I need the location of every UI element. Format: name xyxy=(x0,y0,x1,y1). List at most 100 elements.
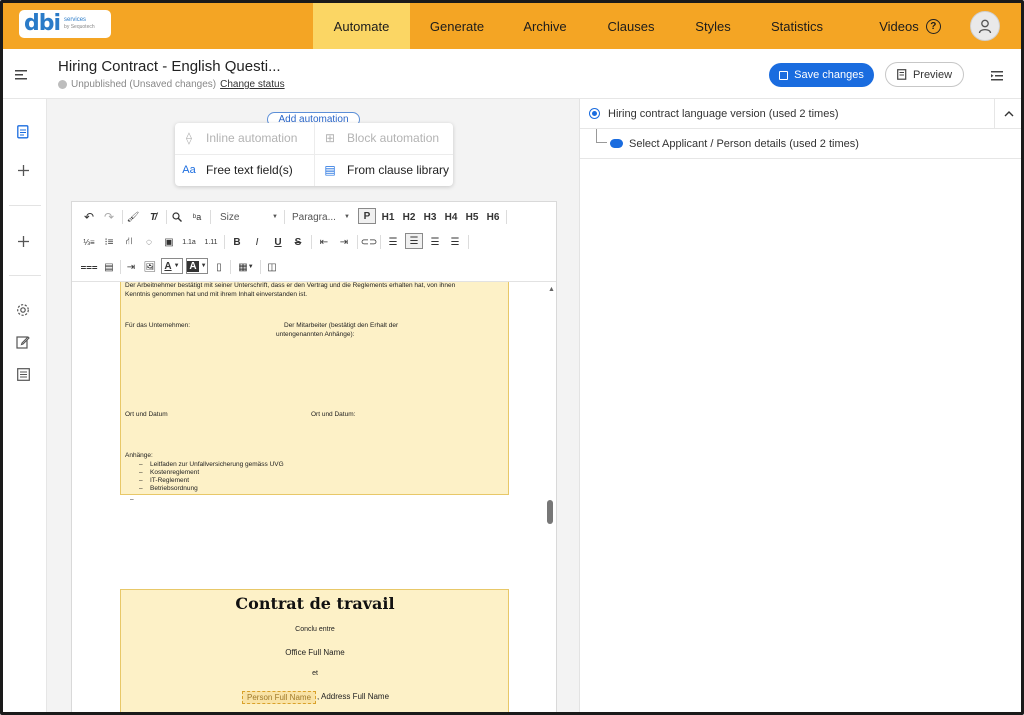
contract-title: Contrat de travail xyxy=(235,594,395,613)
clause-library-label: From clause library xyxy=(347,163,450,177)
align-center-icon[interactable]: ☰ xyxy=(405,233,423,249)
settings-icon[interactable] xyxy=(14,301,32,319)
undo-icon[interactable]: ↶ xyxy=(82,209,96,225)
document-canvas[interactable]: ▲ Der Arbeitnehmer bestätigt mit seiner … xyxy=(72,282,556,712)
confirmation-line-1: Der Arbeitnehmer bestätigt mit seiner Un… xyxy=(125,282,456,289)
numbered-list-icon[interactable]: ⅓≡ xyxy=(82,234,96,250)
empty-line-dash: – xyxy=(130,496,134,503)
tab-generate[interactable]: Generate xyxy=(415,3,499,49)
inline-automation-option[interactable]: ⟠ Inline automation xyxy=(182,131,297,145)
h1-button[interactable]: H1 xyxy=(379,209,397,225)
underline-button[interactable]: U xyxy=(271,234,285,250)
clear-format-icon[interactable]: T̸ xyxy=(146,209,160,225)
clause-library-option[interactable]: ▤ From clause library xyxy=(323,163,449,177)
numbering-a-icon[interactable]: 1.1a xyxy=(180,234,198,250)
top-navigation: dbi services by Sequotech Automate Gener… xyxy=(3,3,1021,49)
tab-automate[interactable]: Automate xyxy=(313,3,410,49)
save-changes-button[interactable]: Save changes xyxy=(769,63,874,87)
rail-divider xyxy=(9,205,41,206)
preview-button[interactable]: Preview xyxy=(885,62,964,87)
text-field-icon: Aa xyxy=(182,164,196,176)
chevron-down-icon: ▼ xyxy=(200,263,207,269)
paragraph-style-select[interactable]: Paragra... ▼ xyxy=(292,209,354,225)
chevron-down-icon: ▼ xyxy=(247,264,254,270)
chevron-down-icon: ▼ xyxy=(272,214,278,220)
radio-selected-icon[interactable] xyxy=(589,108,600,119)
concluded-between: Conclu entre xyxy=(295,626,335,633)
automation-item-applicant[interactable]: Select Applicant / Person details (used … xyxy=(580,129,1021,159)
link-icon[interactable]: ⊂⊃ xyxy=(361,234,378,250)
scrollbar-thumb[interactable] xyxy=(547,500,553,524)
align-right-icon[interactable]: ☰ xyxy=(428,234,442,250)
horizontal-rule-icon[interactable]: ⩶ xyxy=(80,259,97,275)
automation-item-language[interactable]: Hiring contract language version (used 2… xyxy=(580,99,1021,129)
toolbar-divider xyxy=(120,260,121,274)
block-automation-option[interactable]: ⊞ Block automation xyxy=(323,131,439,145)
help-icon: ? xyxy=(925,18,941,34)
collapse-button[interactable] xyxy=(994,99,1021,129)
format-painter-icon[interactable]: 🖌 xyxy=(126,209,140,225)
insert-text-icon[interactable]: ⇥ xyxy=(124,259,138,275)
align-justify-icon[interactable]: ☰ xyxy=(448,234,462,250)
search-icon[interactable] xyxy=(170,209,184,225)
library-icon: ▤ xyxy=(324,163,336,177)
align-left-icon[interactable]: ☰ xyxy=(386,234,400,250)
toolbar-divider xyxy=(224,235,225,249)
comment-icon[interactable]: ◌ xyxy=(142,234,156,250)
add-icon[interactable] xyxy=(14,161,32,179)
indent-decrease-icon[interactable]: ⇤ xyxy=(317,234,331,250)
table-icon[interactable]: ▦ ▼ xyxy=(235,259,257,275)
user-avatar[interactable] xyxy=(970,11,1000,41)
bullet-list-icon[interactable]: ⁝≡ xyxy=(102,234,116,250)
scroll-up-icon[interactable]: ▲ xyxy=(548,286,555,293)
conditional-block-french[interactable]: Contrat de travail Conclu entre Office F… xyxy=(120,589,509,712)
conditional-block-german[interactable]: Der Arbeitnehmer bestätigt mit seiner Un… xyxy=(120,282,509,495)
person-full-name-variable[interactable]: Person Full Name xyxy=(242,691,317,704)
replace-icon[interactable]: ᵇa xyxy=(190,209,204,225)
clip-icon[interactable]: ▯ xyxy=(212,259,226,275)
dbi-logo[interactable]: dbi services by Sequotech xyxy=(19,10,111,38)
h3-button[interactable]: H3 xyxy=(421,209,439,225)
indent-increase-icon[interactable]: ⇥ xyxy=(337,234,351,250)
list-icon[interactable] xyxy=(14,365,32,383)
paragraph-button[interactable]: P xyxy=(358,208,376,224)
fullscreen-icon[interactable]: ◫ xyxy=(265,259,279,275)
image-icon[interactable]: 🖼 xyxy=(143,259,157,275)
status-text: Unpublished (Unsaved changes) xyxy=(71,79,217,90)
change-status-link[interactable]: Change status xyxy=(220,79,285,90)
user-icon xyxy=(978,19,992,33)
document-icon[interactable] xyxy=(14,123,32,141)
chevron-down-icon: ▼ xyxy=(173,263,180,269)
tab-styles[interactable]: Styles xyxy=(671,3,755,49)
background-color-icon: A xyxy=(187,260,199,272)
tab-videos[interactable]: Videos ? xyxy=(865,3,955,49)
tab-statistics[interactable]: Statistics xyxy=(755,3,839,49)
tab-archive[interactable]: Archive xyxy=(503,3,587,49)
strikethrough-button[interactable]: S xyxy=(291,234,305,250)
h5-button[interactable]: H5 xyxy=(463,209,481,225)
h2-button[interactable]: H2 xyxy=(400,209,418,225)
font-size-select[interactable]: Size ▼ xyxy=(220,209,282,225)
add-section-icon[interactable] xyxy=(14,232,32,250)
font-color-icon: A xyxy=(164,260,172,272)
preview-icon xyxy=(897,69,907,80)
bold-button[interactable]: B xyxy=(230,234,244,250)
office-name-field: Office Full Name xyxy=(285,648,345,657)
save-icon xyxy=(779,70,789,80)
background-color-picker[interactable]: A ▼ xyxy=(186,258,208,274)
h4-button[interactable]: H4 xyxy=(442,209,460,225)
h6-button[interactable]: H6 xyxy=(484,209,502,225)
page-break-icon[interactable]: ▤ xyxy=(102,259,116,275)
menu-toggle-icon[interactable] xyxy=(15,67,27,85)
document-outline-icon[interactable]: ▣ xyxy=(162,234,176,250)
right-panel-toggle-icon[interactable] xyxy=(991,68,1003,86)
numbering-b-icon[interactable]: 1.11 xyxy=(202,234,220,250)
hierarchy-icon[interactable]: ⛙ xyxy=(122,234,136,250)
free-text-field-option[interactable]: Aa Free text field(s) xyxy=(182,163,292,177)
tab-clauses[interactable]: Clauses xyxy=(589,3,673,49)
redo-icon[interactable]: ↷ xyxy=(102,209,116,225)
edit-icon[interactable] xyxy=(14,333,32,351)
save-label: Save changes xyxy=(794,69,864,81)
font-color-picker[interactable]: A ▼ xyxy=(161,258,183,274)
italic-button[interactable]: I xyxy=(250,234,264,250)
